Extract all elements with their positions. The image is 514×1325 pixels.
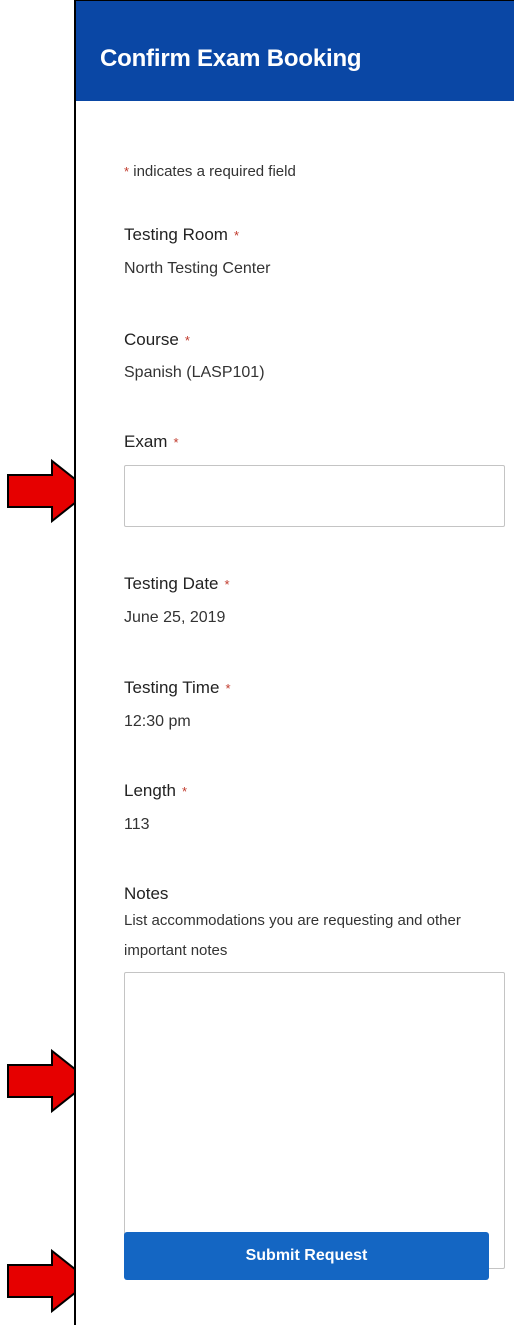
notes-help-text: List accommodations you are requesting a… [124, 912, 461, 959]
testing-time-label: Testing Time * [124, 678, 231, 697]
required-asterisk: * [184, 333, 190, 348]
required-asterisk: * [224, 577, 230, 592]
exam-label: Exam * [124, 432, 179, 451]
course-value: Spanish (LASP101) [124, 364, 265, 381]
testing-room-value: North Testing Center [124, 260, 271, 277]
required-asterisk: * [233, 228, 239, 243]
required-field-note: * indicates a required field [124, 163, 296, 180]
testing-room-label: Testing Room * [124, 225, 239, 244]
required-asterisk: * [173, 435, 179, 450]
notes-label: Notes [124, 884, 169, 903]
required-asterisk: * [182, 784, 188, 799]
submit-request-button[interactable]: Submit Request [124, 1232, 489, 1280]
course-label: Course * [124, 330, 190, 349]
required-asterisk: * [225, 681, 231, 696]
required-note-text: indicates a required field [129, 163, 296, 180]
testing-date-label: Testing Date * [124, 574, 230, 593]
panel-header: Confirm Exam Booking [76, 1, 514, 101]
notes-textarea[interactable] [124, 972, 505, 1269]
testing-date-value: June 25, 2019 [124, 609, 226, 626]
booking-panel: Confirm Exam Booking * indicates a requi… [74, 0, 514, 1325]
page-title: Confirm Exam Booking [100, 45, 362, 72]
length-value: 113 [124, 816, 150, 833]
testing-time-value: 12:30 pm [124, 713, 191, 730]
exam-input[interactable] [124, 465, 505, 527]
length-label: Length * [124, 781, 188, 800]
page: Confirm Exam Booking * indicates a requi… [0, 0, 514, 1325]
